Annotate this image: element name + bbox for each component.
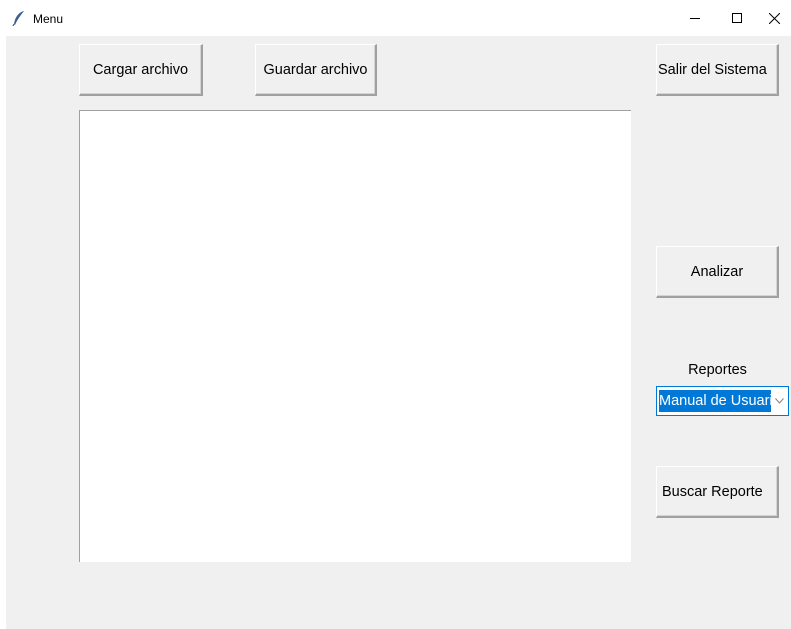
chevron-down-icon[interactable] xyxy=(771,387,788,415)
app-window: Menu Cargar archivo Guardar archivo Sali… xyxy=(0,0,791,629)
search-report-button[interactable]: Buscar Reporte xyxy=(656,466,779,518)
exit-system-button[interactable]: Salir del Sistema xyxy=(656,44,779,96)
editor-text-area[interactable] xyxy=(79,110,631,562)
window-title: Menu xyxy=(33,12,64,26)
reports-label: Reportes xyxy=(688,362,747,378)
save-file-button[interactable]: Guardar archivo xyxy=(255,44,377,96)
reports-selected-value: Manual de Usuario xyxy=(659,390,771,412)
reports-selected-text: Manual de Usuario xyxy=(659,390,771,412)
client-area: Cargar archivo Guardar archivo Salir del… xyxy=(6,36,791,629)
close-button[interactable] xyxy=(758,0,791,36)
title-bar[interactable]: Menu xyxy=(0,0,791,36)
minimize-button[interactable] xyxy=(672,0,718,36)
maximize-button[interactable] xyxy=(714,0,760,36)
reports-combobox[interactable]: Manual de Usuario xyxy=(656,386,789,416)
analyze-button[interactable]: Analizar xyxy=(656,246,779,298)
minimize-icon xyxy=(690,13,700,23)
load-file-button[interactable]: Cargar archivo xyxy=(79,44,203,96)
close-icon xyxy=(769,12,780,24)
maximize-icon xyxy=(732,13,742,23)
feather-icon xyxy=(12,10,26,27)
